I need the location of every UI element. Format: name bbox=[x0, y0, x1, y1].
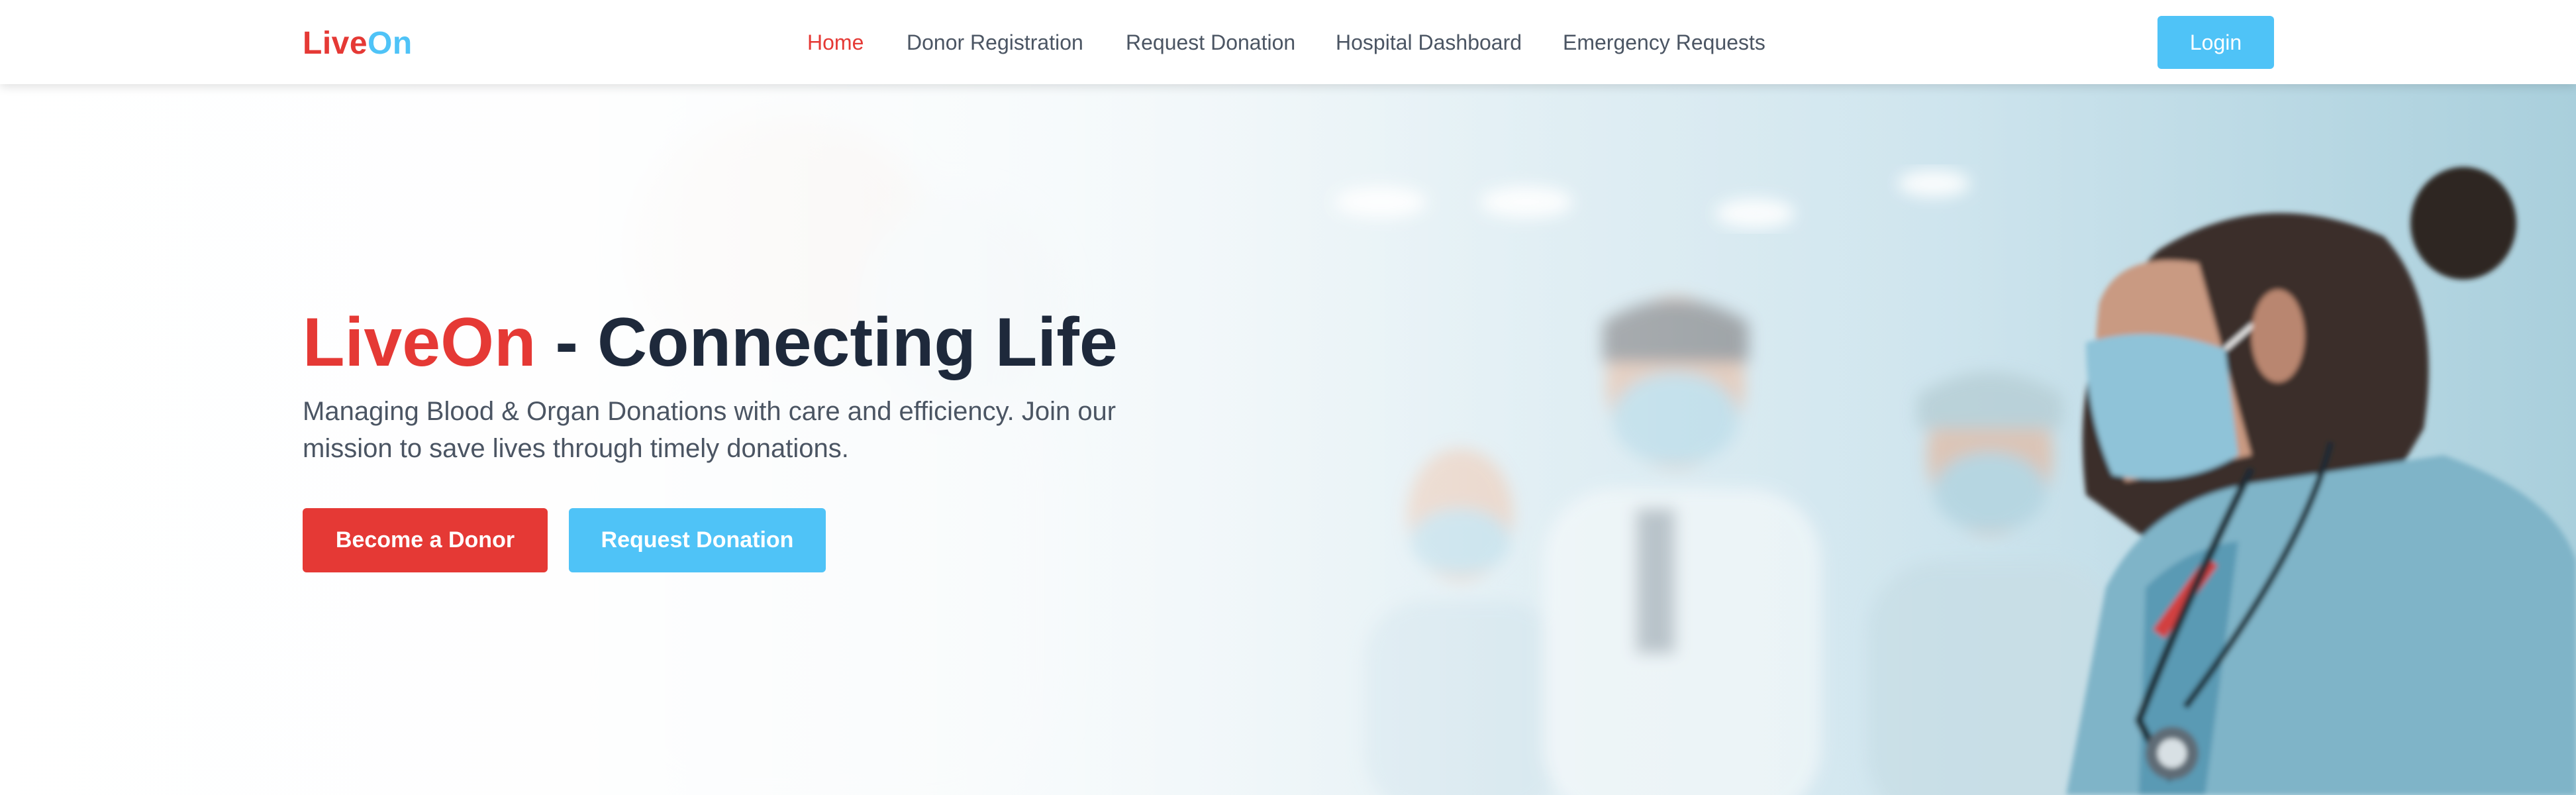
nav-link-hospital-dashboard[interactable]: Hospital Dashboard bbox=[1336, 29, 1522, 56]
top-navbar: LiveOn Home Donor Registration Request D… bbox=[0, 0, 2576, 84]
hero-title-brand: LiveOn bbox=[303, 304, 536, 381]
request-donation-button[interactable]: Request Donation bbox=[569, 508, 826, 572]
nav-link-home[interactable]: Home bbox=[807, 29, 864, 56]
login-button[interactable]: Login bbox=[2157, 16, 2274, 69]
hero-title: LiveOn - Connecting Life bbox=[303, 303, 1118, 382]
nav-link-donor-registration[interactable]: Donor Registration bbox=[907, 29, 1083, 56]
hero-title-rest: - Connecting Life bbox=[536, 304, 1118, 381]
landing-page: LiveOn Home Donor Registration Request D… bbox=[0, 0, 2576, 795]
nav-link-emergency-requests[interactable]: Emergency Requests bbox=[1563, 29, 1765, 56]
become-donor-button[interactable]: Become a Donor bbox=[303, 508, 548, 572]
hero-subtitle: Managing Blood & Organ Donations with ca… bbox=[303, 397, 1116, 463]
hero-section: LiveOn - Connecting Life Managing Blood … bbox=[0, 84, 2576, 795]
nav-link-request-donation[interactable]: Request Donation bbox=[1126, 29, 1295, 56]
